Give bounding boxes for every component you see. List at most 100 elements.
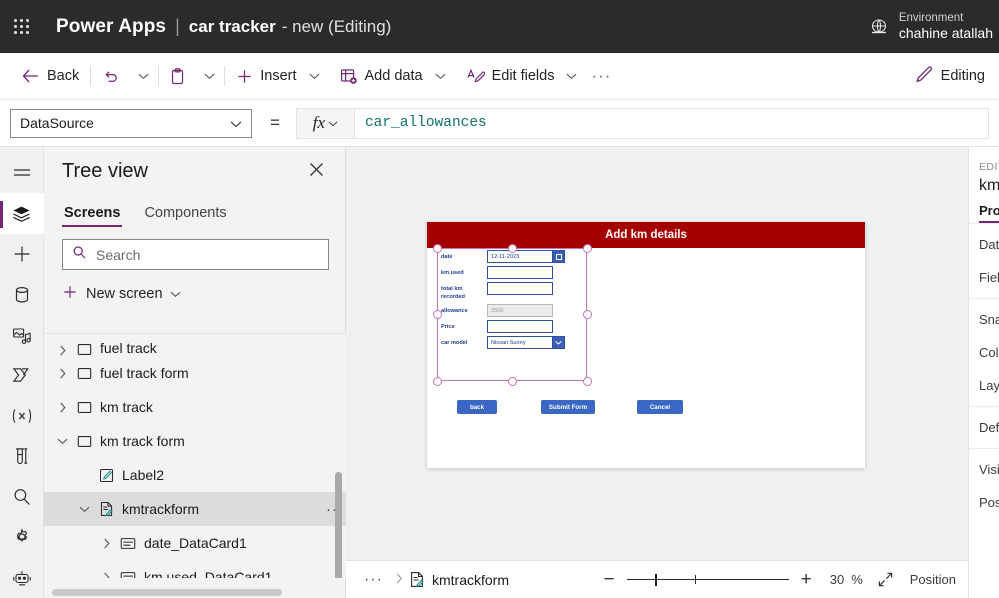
resize-handle-sw[interactable] — [433, 377, 442, 386]
screen-preview: Add km details date 12-11-2023 km used tota… — [427, 222, 865, 468]
tree-node-km-used-datacard1[interactable]: km used_DataCard1 — [44, 560, 346, 578]
undo-chevron-down-icon[interactable] — [133, 59, 154, 93]
waffle-grid-icon[interactable] — [0, 0, 44, 53]
variables-x-icon[interactable] — [0, 396, 44, 436]
resize-handle-e[interactable] — [583, 310, 592, 319]
equals-sign: = — [270, 113, 280, 132]
tree-view-layers-icon[interactable] — [0, 193, 44, 234]
property-default-mode[interactable]: Default mode — [969, 411, 999, 444]
tab-properties[interactable]: Properties — [979, 203, 999, 223]
property-visible[interactable]: Visible — [969, 453, 999, 486]
resize-handle-n[interactable] — [508, 244, 517, 253]
command-overflow-button[interactable]: ··· — [582, 66, 620, 86]
zoom-slider-thumb[interactable] — [654, 573, 658, 586]
tab-components[interactable]: Components — [142, 205, 228, 227]
canvas-button-cancel[interactable]: Cancel — [637, 400, 683, 414]
app-name-label[interactable]: car tracker — [189, 17, 276, 37]
zoom-in-button[interactable]: + — [793, 570, 820, 589]
insert-chevron-down-icon[interactable] — [304, 59, 325, 93]
chevron-right-icon[interactable] — [52, 402, 72, 413]
property-data-source[interactable]: Data source — [969, 228, 999, 261]
resize-handle-s[interactable] — [508, 377, 517, 386]
field-input-Price[interactable] — [487, 320, 553, 334]
canvas-button-back[interactable]: back — [457, 400, 497, 414]
tree-node-label2[interactable]: Label2 — [44, 458, 346, 492]
status-bar: ··· kmtrackform − + 30 % Position — [346, 560, 968, 598]
tree-node-kmtrackform[interactable]: kmtrackform ·· — [44, 492, 346, 526]
media-icon[interactable] — [0, 315, 44, 355]
brand-label: Power Apps — [56, 15, 167, 37]
property-position[interactable]: Position — [969, 486, 999, 519]
data-cylinder-icon[interactable] — [0, 274, 44, 314]
chevron-down-icon[interactable] — [553, 336, 565, 350]
environment-switcher[interactable]: Environment chahine atallah — [869, 0, 999, 53]
field-input-date[interactable]: 12-11-2023 — [487, 250, 553, 263]
tree-horizontal-scrollbar[interactable] — [52, 589, 282, 596]
property-group: Default mode — [969, 406, 999, 448]
tree-node-km-track[interactable]: km track — [44, 390, 346, 424]
insert-plus-icon[interactable] — [0, 234, 44, 274]
zoom-slider[interactable] — [626, 572, 789, 588]
add-data-label: Add data — [364, 68, 423, 84]
back-button[interactable]: Back — [14, 59, 86, 93]
paste-chevron-down-icon[interactable] — [199, 59, 220, 93]
tree-node-km-track-form[interactable]: km track form — [44, 424, 346, 458]
properties-control-name: kmtrackform — [979, 177, 999, 194]
edit-fields-button[interactable]: Edit fields — [459, 59, 562, 93]
app-canvas[interactable]: Add km details date 12-11-2023 km used tota… — [346, 147, 968, 560]
resize-handle-se[interactable] — [583, 377, 592, 386]
field-input-km-used[interactable] — [487, 266, 553, 279]
search-icon[interactable] — [0, 477, 44, 517]
field-input-total-km-recorded[interactable] — [487, 282, 553, 295]
tree-node-fuel-track-form[interactable]: fuel track form — [44, 356, 346, 390]
datacard-icon — [116, 537, 140, 550]
tree-vertical-scrollbar[interactable] — [335, 472, 342, 578]
edit-fields-chevron-down-icon[interactable] — [561, 59, 582, 93]
editing-label: Editing — [940, 68, 985, 84]
chevron-right-icon[interactable] — [96, 538, 116, 549]
insert-button[interactable]: Insert — [229, 59, 303, 93]
breadcrumb-kmtrackform[interactable]: kmtrackform — [409, 571, 509, 588]
tab-screens[interactable]: Screens — [62, 205, 123, 227]
field-input-car-model[interactable]: Nissan Sunny — [487, 336, 553, 350]
chevron-down-icon[interactable] — [74, 505, 94, 513]
property-selector[interactable]: DataSource — [10, 108, 252, 138]
property-layout[interactable]: Layout — [969, 369, 999, 402]
fx-button[interactable]: fx — [295, 107, 354, 139]
copilot-robot-icon[interactable] — [0, 558, 44, 598]
power-automate-flow-icon[interactable] — [0, 355, 44, 395]
chevron-right-icon[interactable] — [52, 345, 72, 356]
add-data-button[interactable]: Add data — [333, 59, 430, 93]
undo-button[interactable] — [95, 59, 133, 93]
calendar-icon[interactable] — [553, 250, 565, 263]
resize-handle-nw[interactable] — [433, 244, 442, 253]
screen-icon — [72, 367, 96, 380]
fit-to-screen-icon[interactable] — [877, 571, 894, 588]
tree-node-fuel-track[interactable]: fuel track — [44, 334, 346, 356]
formula-input[interactable]: car_allowances — [353, 107, 989, 139]
screen-icon — [72, 401, 96, 414]
paste-button[interactable] — [163, 59, 199, 93]
chevron-down-icon[interactable] — [52, 437, 72, 445]
resize-handle-w[interactable] — [433, 310, 442, 319]
property-columns[interactable]: Columns — [969, 336, 999, 369]
breadcrumb-overflow-button[interactable]: ··· — [358, 571, 389, 589]
property-snap-to-columns[interactable]: Snap to columns — [969, 303, 999, 336]
new-screen-button[interactable]: New screen — [62, 276, 329, 312]
tree-node-date-datacard1[interactable]: date_DataCard1 — [44, 526, 346, 560]
chevron-right-icon[interactable] — [96, 572, 116, 578]
search-input[interactable]: Search — [62, 239, 329, 270]
resize-handle-ne[interactable] — [583, 244, 592, 253]
experimental-tools-icon[interactable] — [0, 436, 44, 476]
kmtrackform-control[interactable]: date 12-11-2023 km used total km recorded al… — [441, 250, 589, 378]
property-fields[interactable]: Fields — [969, 261, 999, 294]
settings-gear-icon[interactable] — [0, 517, 44, 557]
chevron-right-icon[interactable] — [52, 368, 72, 379]
close-icon[interactable] — [304, 157, 329, 186]
canvas-button-submit-form[interactable]: Submit Form — [541, 400, 595, 414]
zoom-out-button[interactable]: − — [596, 570, 623, 589]
editing-mode-button[interactable]: Editing — [914, 65, 999, 88]
add-data-chevron-down-icon[interactable] — [430, 59, 451, 93]
tree-node-list[interactable]: fuel track fuel track form km track km trac… — [44, 333, 346, 578]
hamburger-menu-icon[interactable] — [0, 153, 44, 193]
